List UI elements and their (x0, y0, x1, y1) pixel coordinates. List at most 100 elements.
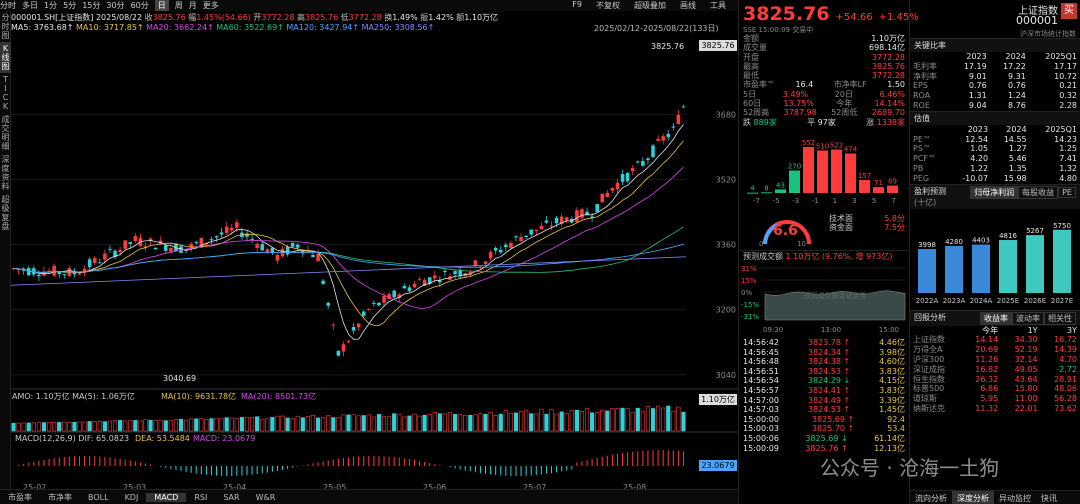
tick-price-3: 3824.53 ↑ (807, 366, 851, 376)
indicator-tab-7[interactable]: W&R (248, 493, 284, 502)
tick-row-7[interactable]: 14:57:03 3824.53 ↑ 1.45亿 (739, 405, 909, 415)
fc-watermark: 预测成交额变化走势 (804, 291, 867, 300)
period-tab-2[interactable]: 1分 (44, 0, 57, 11)
macd-box-label: 23.0679 (701, 461, 734, 470)
panel-bottom-tab-0[interactable]: 流向分析 (910, 491, 952, 504)
tick-row-8[interactable]: 15:00:00 3825.69 ↑ 92.4 (739, 415, 909, 425)
ma-line-5 (10, 256, 687, 286)
tick-row-2[interactable]: 14:56:48 3824.38 ↑ 4.60亿 (739, 357, 909, 367)
panel-bottom-tab-2[interactable]: 异动监控 (994, 491, 1036, 504)
val-cell-3-3: 1.32 (1059, 163, 1077, 173)
candle-body-131 (676, 114, 681, 124)
candle-body-15 (87, 259, 92, 268)
amo-bar-48 (255, 416, 260, 432)
period-tab-6[interactable]: 60分 (131, 0, 149, 11)
left-tab-5[interactable]: 超级复盘 (0, 193, 11, 233)
dist-bar-label-3: 270 (788, 162, 801, 170)
kline-chart-svg[interactable]: 3680 3520 3360 3200 3040 3825.76 3040.69 3825.7… (10, 11, 738, 492)
return-tab-2[interactable]: 相关性 (1044, 311, 1076, 325)
buy-button[interactable]: 买 (1061, 3, 1077, 19)
period-tab-1[interactable]: 多日 (22, 0, 38, 11)
toolbar-btn-0[interactable]: F9 (572, 0, 582, 11)
fund-score: 7.5分 (884, 223, 905, 233)
grid-v1-3: 3787.98 (783, 108, 817, 118)
amo-bar-76 (397, 413, 402, 432)
candle-body-99 (514, 236, 518, 238)
left-tab-1[interactable]: K线图 (0, 42, 11, 73)
amo-bar-45 (239, 417, 244, 432)
amo-bar-109 (564, 413, 569, 432)
return-tab-0[interactable]: 收益率 (980, 311, 1012, 325)
ra-cell-2-2: 32.14 (1014, 354, 1038, 364)
period-tab-4[interactable]: 15分 (82, 0, 100, 11)
toolbar-btn-1[interactable]: 不复权 (596, 0, 620, 11)
candle-body-1 (16, 269, 21, 271)
indicator-tab-5[interactable]: RSI (186, 493, 215, 502)
indicator-tab-3[interactable]: KDJ (117, 493, 147, 502)
tick-row-6[interactable]: 14:57:00 3824.49 ↑ 3.39亿 (739, 396, 909, 406)
amo-bar-21 (118, 420, 123, 432)
quote-row-key-3: 最高 (743, 61, 759, 71)
toolbar-btn-3[interactable]: 画线 (680, 0, 696, 11)
tick-row-4[interactable]: 14:56:54 3824.29 ↓ 4.15亿 (739, 376, 909, 386)
candle-body-73 (382, 296, 386, 303)
indicator-tab-4[interactable]: MACD (146, 492, 187, 502)
toolbar-btn-4[interactable]: 工具 (710, 0, 726, 11)
indicator-tab-2[interactable]: BOLL (80, 493, 117, 502)
kr-head-0 (910, 52, 951, 62)
candle-body-23 (128, 242, 133, 244)
left-tab-4[interactable]: 深度资料 (0, 153, 11, 193)
return-tab-1[interactable]: 波动率 (1012, 311, 1044, 325)
info-high-label: 高 (297, 13, 306, 22)
period-tab-10[interactable]: 更多 (203, 0, 219, 11)
val-row-2: PCF™ 4.20 5.46 7.41 (910, 154, 1080, 164)
candle-body-130 (671, 126, 676, 128)
left-tab-2[interactable]: TICK (0, 73, 11, 113)
toolbar-btn-2[interactable]: 超级叠加 (634, 0, 666, 11)
tick-row-9[interactable]: 15:00:03 3825.70 ↑ 53.4 (739, 424, 909, 434)
period-tab-9[interactable]: 月 (189, 0, 197, 11)
breadth-up: 1338家 (876, 117, 905, 127)
tick-row-10[interactable]: 15:00:06 3825.69 ↓ 61.14亿 (739, 434, 909, 444)
tick-row-1[interactable]: 14:56:45 3824.34 ↑ 3.98亿 (739, 348, 909, 358)
indicator-tab-1[interactable]: 市净率 (40, 492, 80, 503)
profit-tab-1[interactable]: 每股收益 (1018, 185, 1059, 199)
indicator-tab-strip: 市盈率 市净率 BOLL KDJ MACD RSI SAR W&R (0, 489, 738, 504)
amo-bar-26 (143, 419, 148, 432)
profit-tab-0[interactable]: 归母净利润 (970, 185, 1019, 199)
kline-chart-area[interactable]: 3680 3520 3360 3200 3040 3825.76 3040.69 3825.7… (10, 11, 738, 492)
period-tab-8[interactable]: 周 (175, 0, 183, 11)
amo-bar-66 (346, 414, 351, 432)
ra-cell-0-0: 上证指数 (913, 335, 945, 345)
candle-body-44 (235, 222, 239, 228)
ra-cell-0-3: 16.72 (1054, 335, 1077, 345)
left-tab-0[interactable]: 分时图 (0, 11, 11, 42)
ra-row-3: 深证成指 16.82 49.05 -2.72 (910, 365, 1080, 375)
tick-row-5[interactable]: 14:56:57 3824.41 ↑ 3.83亿 (739, 386, 909, 396)
amo-bar-6 (41, 422, 47, 432)
candle-body-67 (351, 326, 356, 331)
val-cell-4-0: PEG (913, 173, 930, 183)
profit-tabs: 归母净利润 每股收益 PE (970, 185, 1076, 208)
quote-row-2: 开盘 3772.28 (739, 53, 909, 62)
breadth-down: 889家 (753, 117, 777, 127)
amo-bar-38 (204, 419, 209, 432)
dist-bar-label-10: 89 (888, 178, 897, 186)
candle-body-80 (417, 279, 422, 281)
candle-body-22 (123, 240, 127, 249)
panel-bottom-tab-1[interactable]: 深度分析 (952, 491, 994, 504)
indicator-tab-0[interactable]: 市盈率 (0, 492, 40, 503)
tick-row-0[interactable]: 14:56:42 3823.78 ↑ 4.46亿 (739, 338, 909, 348)
period-tab-0[interactable]: 分时 (0, 0, 16, 11)
left-tab-3[interactable]: 成交明细 (0, 113, 11, 153)
panel-bottom-tab-3[interactable]: 快讯 (1036, 491, 1062, 504)
candle-body-104 (539, 225, 544, 230)
profit-tab-2[interactable]: PE (1058, 186, 1076, 198)
quote-header: 3825.76 +54.66 +1.45% (739, 0, 919, 25)
tick-list[interactable]: 14:56:42 3823.78 ↑ 4.46亿 14:56:45 3824.34 ↑ 3… (739, 338, 909, 453)
period-tab-5[interactable]: 30分 (106, 0, 124, 11)
period-tab-3[interactable]: 5分 (63, 0, 76, 11)
tick-row-3[interactable]: 14:56:51 3824.53 ↑ 3.83亿 (739, 367, 909, 377)
indicator-tab-6[interactable]: SAR (215, 493, 247, 502)
period-tab-7[interactable]: 日 (154, 0, 169, 11)
